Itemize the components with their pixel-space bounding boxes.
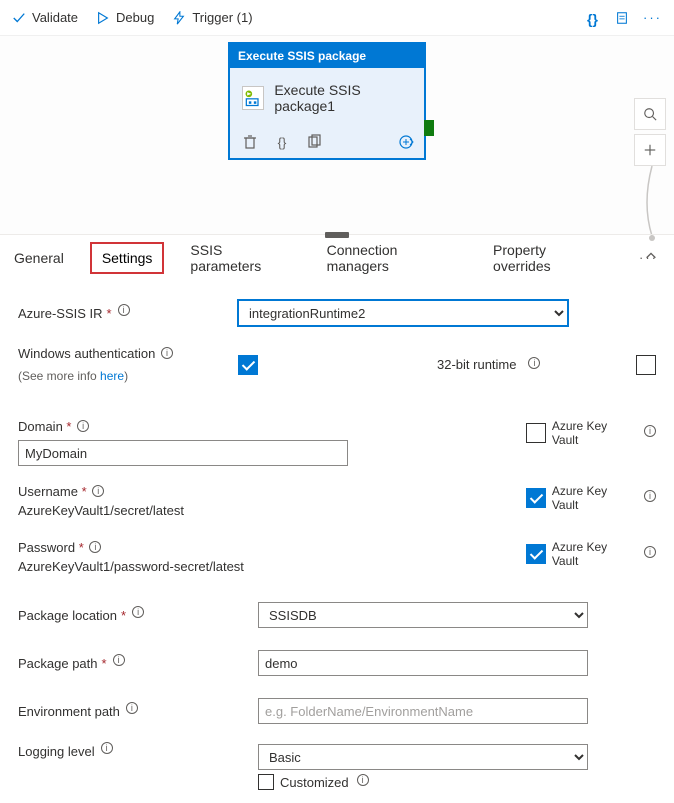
checkmark-icon: [12, 11, 26, 25]
info-icon[interactable]: i: [118, 304, 130, 316]
azure-ssis-ir-select[interactable]: integrationRuntime2: [238, 300, 568, 326]
tab-connection-managers[interactable]: Connection managers: [323, 234, 467, 282]
password-label: Password: [18, 540, 75, 555]
username-akv-checkbox[interactable]: [526, 488, 546, 508]
runtime32-checkbox[interactable]: [636, 355, 656, 375]
toolbar-left: Validate Debug Trigger (1): [12, 10, 253, 25]
win-auth-help-link[interactable]: here: [100, 369, 124, 383]
canvas-connector: [642, 166, 662, 242]
tabs: General Settings SSIS parameters Connect…: [10, 234, 664, 282]
required-marker: *: [102, 656, 107, 671]
akv-label: Azure Key Vault: [552, 540, 636, 568]
info-icon[interactable]: i: [161, 347, 173, 359]
canvas[interactable]: Execute SSIS package Execute SSIS packag…: [0, 36, 674, 234]
toolbar-right: {} ···: [587, 10, 662, 25]
info-icon[interactable]: i: [644, 490, 656, 502]
akv-label: Azure Key Vault: [552, 484, 636, 512]
win-auth-checkbox[interactable]: [238, 355, 258, 375]
settings-panel: Azure-SSIS IR * i integrationRuntime2 Wi…: [0, 280, 674, 801]
domain-akv-checkbox[interactable]: [526, 423, 546, 443]
activity-tools: {}: [230, 128, 424, 158]
info-icon[interactable]: i: [644, 425, 656, 437]
ssis-package-icon: [242, 86, 264, 110]
output-anchor[interactable]: [424, 120, 434, 136]
required-marker: *: [79, 540, 84, 555]
more-icon[interactable]: ···: [643, 10, 662, 25]
env-path-input[interactable]: [258, 698, 588, 724]
expand-icon[interactable]: [398, 134, 414, 150]
info-icon[interactable]: i: [644, 546, 656, 558]
username-value: AzureKeyVault1/secret/latest: [18, 499, 526, 522]
tab-property-overrides[interactable]: Property overrides: [489, 234, 611, 282]
runtime32-label: 32-bit runtime: [437, 357, 516, 372]
resize-handle[interactable]: [325, 232, 349, 238]
activity-body: Execute SSIS package1: [230, 68, 424, 128]
search-canvas-button[interactable]: [634, 98, 666, 130]
password-value: AzureKeyVault1/password-secret/latest: [18, 555, 526, 578]
info-icon[interactable]: i: [132, 606, 144, 618]
add-canvas-button[interactable]: [634, 134, 666, 166]
required-marker: *: [66, 419, 71, 434]
activity-node[interactable]: Execute SSIS package Execute SSIS packag…: [228, 42, 426, 160]
info-icon[interactable]: i: [92, 485, 104, 497]
customized-checkbox[interactable]: [258, 774, 274, 790]
required-marker: *: [121, 608, 126, 623]
activity-name: Execute SSIS package1: [274, 82, 414, 114]
panel-header: General Settings SSIS parameters Connect…: [0, 234, 674, 280]
domain-label: Domain: [18, 419, 63, 434]
env-path-label: Environment path: [18, 704, 120, 719]
clipboard-icon[interactable]: [615, 11, 629, 25]
collapse-panel-icon[interactable]: [644, 249, 658, 266]
json-icon[interactable]: {}: [274, 134, 290, 150]
pkg-loc-select[interactable]: SSISDB: [258, 602, 588, 628]
canvas-side-buttons: [634, 98, 666, 166]
debug-button[interactable]: Debug: [96, 10, 154, 25]
lightning-icon: [172, 11, 186, 25]
tab-settings[interactable]: Settings: [90, 242, 165, 274]
info-icon[interactable]: i: [101, 742, 113, 754]
tab-general[interactable]: General: [10, 242, 68, 274]
password-akv-checkbox[interactable]: [526, 544, 546, 564]
validate-label: Validate: [32, 10, 78, 25]
domain-input[interactable]: [18, 440, 348, 466]
customized-label: Customized: [280, 775, 349, 790]
info-icon[interactable]: i: [77, 420, 89, 432]
azure-ssis-ir-label: Azure-SSIS IR: [18, 306, 103, 321]
trigger-label: Trigger (1): [192, 10, 252, 25]
win-auth-subtext: (See more info here): [18, 369, 128, 383]
copy-icon[interactable]: [306, 134, 322, 150]
username-label: Username: [18, 484, 78, 499]
braces-icon[interactable]: {}: [587, 11, 601, 25]
required-marker: *: [82, 484, 87, 499]
info-icon[interactable]: i: [357, 774, 369, 786]
log-level-select[interactable]: Basic: [258, 744, 588, 770]
akv-label: Azure Key Vault: [552, 419, 636, 447]
activity-header: Execute SSIS package: [230, 44, 424, 68]
win-auth-label: Windows authentication: [18, 346, 155, 361]
info-icon[interactable]: i: [89, 541, 101, 553]
log-level-label: Logging level: [18, 744, 95, 759]
play-icon: [96, 11, 110, 25]
info-icon[interactable]: i: [126, 702, 138, 714]
validate-button[interactable]: Validate: [12, 10, 78, 25]
pkg-path-input[interactable]: [258, 650, 588, 676]
tab-ssis-parameters[interactable]: SSIS parameters: [186, 234, 300, 282]
pkg-path-label: Package path: [18, 656, 98, 671]
toolbar: Validate Debug Trigger (1) {} ···: [0, 0, 674, 36]
required-marker: *: [107, 306, 112, 321]
delete-icon[interactable]: [242, 134, 258, 150]
debug-label: Debug: [116, 10, 154, 25]
info-icon[interactable]: i: [113, 654, 125, 666]
info-icon[interactable]: i: [528, 357, 540, 369]
trigger-button[interactable]: Trigger (1): [172, 10, 252, 25]
pkg-loc-label: Package location: [18, 608, 117, 623]
